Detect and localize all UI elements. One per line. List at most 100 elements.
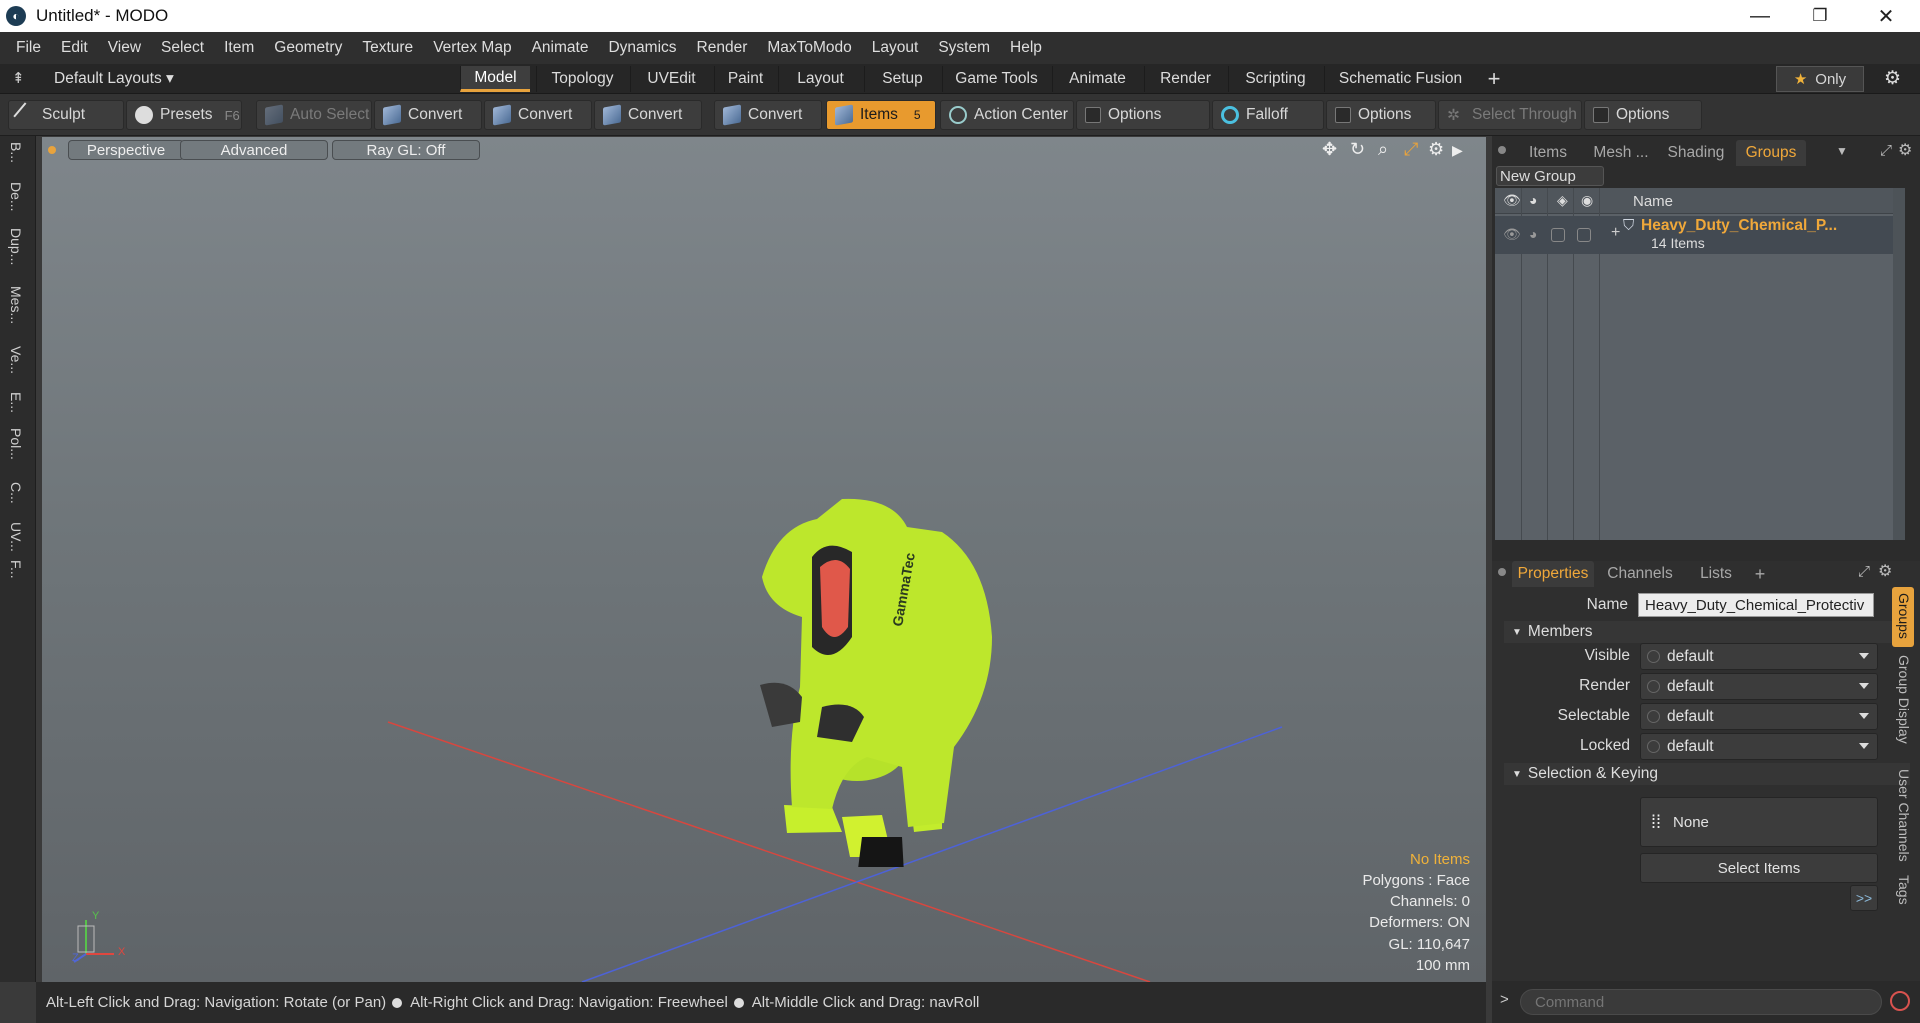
options-button-3[interactable]: Options [1584,100,1702,130]
menu-layout[interactable]: Layout [862,39,929,57]
render-icon[interactable]: ◕ [1529,192,1537,208]
render-icon[interactable]: ◕ [1529,226,1537,242]
tab-game-tools[interactable]: Game Tools [942,66,1050,92]
panel-indicator-icon[interactable] [1498,568,1506,576]
eye-icon[interactable]: 👁 [1503,192,1521,209]
select-items-button[interactable]: Select Items [1640,853,1878,883]
menu-view[interactable]: View [98,39,151,57]
select-toggle[interactable] [1577,228,1591,242]
add-tab-button[interactable]: + [1480,66,1508,92]
expand-plus-icon[interactable]: + [1611,224,1620,242]
menu-item[interactable]: Item [214,39,264,57]
strip-tab-vertex[interactable]: Ve... [8,346,24,374]
panel-indicator-icon[interactable] [1498,146,1506,154]
tab-topology[interactable]: Topology [536,66,628,92]
convert-button-4[interactable]: Convert [714,100,822,130]
select-icon[interactable]: ◉ [1581,192,1593,209]
zoom-icon[interactable]: ⌕ [1378,139,1388,160]
side-tab-group-display[interactable]: Group Display [1896,655,1912,744]
strip-tab-basic[interactable]: B... [8,142,24,163]
strip-tab-deform[interactable]: De... [8,182,24,212]
side-tab-user-channels[interactable]: User Channels [1896,769,1912,862]
tab-properties[interactable]: Properties [1512,561,1594,587]
tab-setup[interactable]: Setup [864,66,940,92]
gear-icon[interactable]: ⚙ [1884,67,1901,90]
render-dropdown[interactable]: default [1640,673,1878,700]
tab-paint[interactable]: Paint [714,66,776,92]
tab-uvedit[interactable]: UVEdit [630,66,712,92]
groups-scrollbar[interactable] [1893,188,1905,540]
menu-vertex-map[interactable]: Vertex Map [423,39,521,57]
lock-icon[interactable]: ◈ [1557,192,1568,209]
expand-icon[interactable]: ⤢ [1858,563,1870,580]
tab-model[interactable]: Model [460,66,530,92]
restore-button[interactable]: ❐ [1792,0,1848,32]
name-column-header[interactable]: Name [1633,193,1673,210]
menu-maxtomodo[interactable]: MaxToModo [757,39,861,57]
tab-animate[interactable]: Animate [1052,66,1142,92]
menu-file[interactable]: File [6,39,51,57]
menu-system[interactable]: System [928,39,1000,57]
minimize-button[interactable]: — [1732,0,1788,32]
new-group-button[interactable]: New Group [1496,166,1604,186]
convert-button-1[interactable]: Convert [374,100,482,130]
visible-dropdown[interactable]: default [1640,643,1878,670]
menu-animate[interactable]: Animate [522,39,599,57]
raygl-button[interactable]: Ray GL: Off [332,140,480,160]
menu-help[interactable]: Help [1000,39,1052,57]
strip-tab-curve[interactable]: C... [8,482,24,504]
menu-render[interactable]: Render [687,39,758,57]
3d-viewport[interactable]: Perspective Advanced Ray GL: Off ✥ ↻ ⌕ ⤢… [42,137,1486,982]
layout-collapse-icon[interactable]: ⇞ [12,69,25,87]
locked-dropdown[interactable]: default [1640,733,1878,760]
tab-scripting[interactable]: Scripting [1228,66,1322,92]
strip-tab-polygon[interactable]: Pol... [8,428,24,460]
selectable-dropdown[interactable]: default [1640,703,1878,730]
record-icon[interactable] [1890,991,1910,1011]
close-button[interactable]: ✕ [1858,0,1914,32]
menu-geometry[interactable]: Geometry [264,39,352,57]
tab-lists[interactable]: Lists [1686,561,1746,587]
more-button[interactable]: >> [1850,885,1878,911]
command-input[interactable] [1520,989,1882,1015]
gear-icon[interactable]: ⚙ [1898,140,1912,160]
strip-tab-edge[interactable]: E... [8,392,24,413]
menu-select[interactable]: Select [151,39,214,57]
side-tab-tags[interactable]: Tags [1896,875,1912,905]
default-layouts-dropdown[interactable]: Default Layouts ▾ [54,69,174,88]
keying-none-button[interactable]: ⁞⁞ None [1640,797,1878,847]
falloff-button[interactable]: Falloff [1212,100,1324,130]
viewport-settings-icon[interactable]: ⚙ [1428,139,1444,160]
sculpt-button[interactable]: Sculpt [8,100,124,130]
perspective-button[interactable]: Perspective [68,140,184,160]
tab-shading[interactable]: Shading [1660,140,1732,166]
only-toggle[interactable]: ★ Only [1776,66,1864,92]
auto-select-button[interactable]: Auto Select [256,100,372,130]
side-tab-groups[interactable]: Groups [1896,593,1912,639]
tab-schematic-fusion[interactable]: Schematic Fusion [1324,66,1476,92]
tab-render[interactable]: Render [1144,66,1226,92]
tab-groups[interactable]: Groups [1736,140,1806,166]
tab-items[interactable]: Items [1514,140,1582,166]
menu-edit[interactable]: Edit [51,39,98,57]
group-name-field[interactable]: Heavy_Duty_Chemical_Protectiv [1638,593,1874,617]
strip-tab-fusion[interactable]: F... [8,560,24,579]
convert-button-3[interactable]: Convert [594,100,702,130]
viewport-more-icon[interactable]: ▶ [1452,142,1463,159]
action-center-button[interactable]: Action Center [940,100,1074,130]
strip-tab-mesh[interactable]: Mes... [8,286,24,324]
items-mode-button[interactable]: Items 5 [826,100,936,130]
select-through-button[interactable]: ✲ Select Through [1438,100,1582,130]
group-row[interactable]: 👁 ◕ + ⛉ Heavy_Duty_Chemical_P... 14 Item… [1495,216,1905,254]
tab-channels[interactable]: Channels [1598,561,1682,587]
tab-menu-icon[interactable]: ▼ [1836,144,1848,158]
tab-mesh[interactable]: Mesh ... [1586,140,1656,166]
selection-keying-section[interactable]: ▼ Selection & Keying [1504,763,1910,785]
tab-layout[interactable]: Layout [778,66,862,92]
members-section[interactable]: ▼ Members [1504,621,1910,643]
convert-button-2[interactable]: Convert [484,100,592,130]
viewport-indicator-icon[interactable] [48,146,56,154]
pan-icon[interactable]: ✥ [1322,139,1337,160]
gear-icon[interactable]: ⚙ [1878,561,1892,581]
options-button-1[interactable]: Options [1076,100,1210,130]
